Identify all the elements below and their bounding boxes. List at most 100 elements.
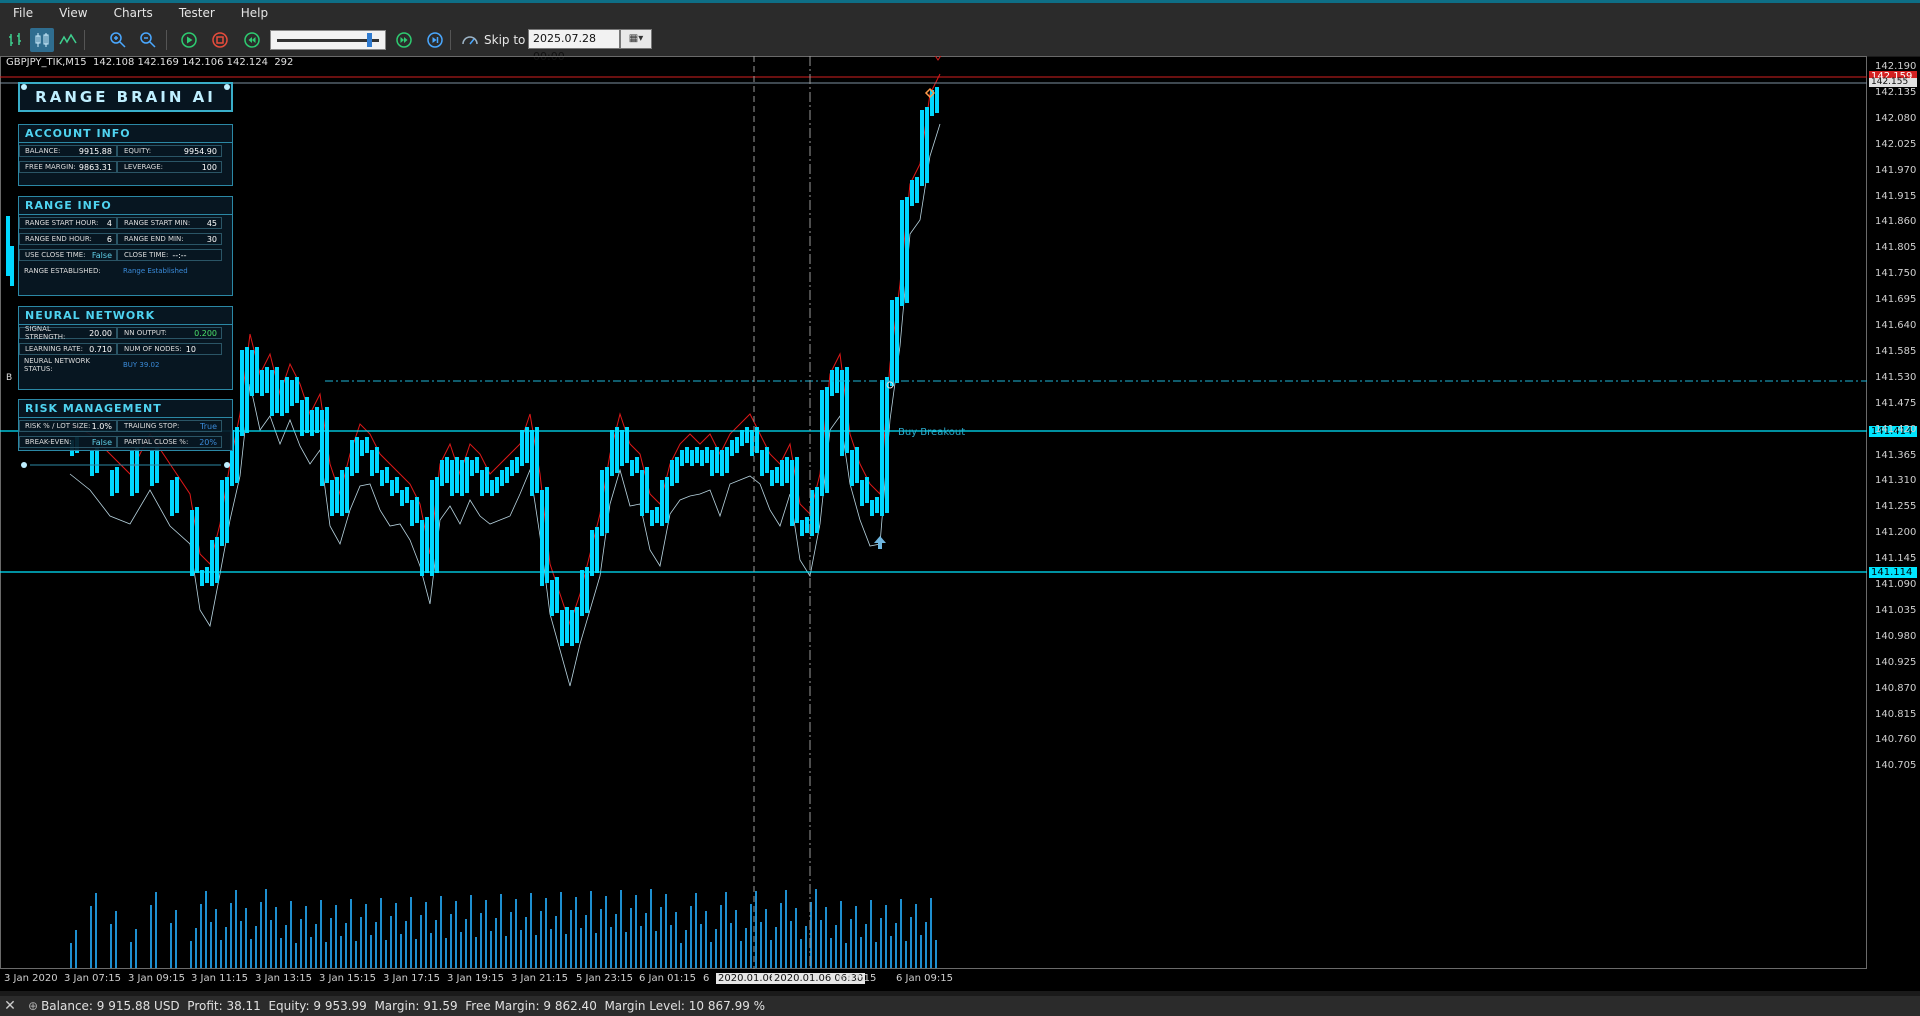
volume-bar bbox=[510, 912, 512, 968]
menu-bar: File View Charts Tester Help bbox=[0, 3, 1920, 24]
volume-bar bbox=[525, 917, 527, 968]
panel-handle-icon[interactable] bbox=[21, 462, 27, 468]
candle-body bbox=[545, 487, 549, 583]
play-button[interactable] bbox=[177, 28, 201, 52]
volume-bar bbox=[455, 901, 457, 968]
price-chart[interactable]: Buy Breakout B bbox=[0, 56, 1867, 969]
volume-bar bbox=[550, 929, 552, 968]
candle-body bbox=[640, 470, 644, 516]
candle-body bbox=[265, 367, 269, 393]
price-tick-label: 141.200 bbox=[1875, 527, 1917, 539]
stop-button[interactable] bbox=[208, 28, 232, 52]
price-tick-label: 141.695 bbox=[1875, 294, 1917, 306]
volume-bar bbox=[570, 910, 572, 968]
zoom-out-button[interactable] bbox=[136, 28, 160, 52]
volume-bar bbox=[675, 912, 677, 968]
menu-tester[interactable]: Tester bbox=[166, 3, 228, 24]
volume-bar bbox=[885, 905, 887, 968]
volume-bar bbox=[645, 913, 647, 968]
volume-bar bbox=[930, 898, 932, 968]
volume-bar bbox=[315, 924, 317, 968]
line-chart-button[interactable] bbox=[56, 28, 80, 52]
candle-body bbox=[250, 350, 254, 396]
candle-body bbox=[310, 410, 314, 436]
volume-bar bbox=[265, 889, 267, 968]
price-axis[interactable]: 142.159 142.155 141.414 141.114 142.190 1… bbox=[1867, 56, 1920, 969]
skip-to-button[interactable] bbox=[458, 28, 482, 52]
time-axis[interactable]: 3 Jan 2020 3 Jan 07:15 3 Jan 09:15 3 Jan 11… bbox=[0, 969, 1867, 987]
slider-thumb[interactable] bbox=[367, 33, 372, 47]
volume-bar bbox=[255, 926, 257, 968]
candle-body bbox=[425, 517, 429, 573]
volume-bar bbox=[785, 890, 787, 968]
bar-chart-button[interactable] bbox=[4, 28, 28, 52]
status-expand-icon[interactable]: ⊕ bbox=[28, 999, 38, 1013]
menu-help[interactable]: Help bbox=[228, 3, 281, 24]
volume-bar bbox=[110, 924, 112, 968]
skip-date-input[interactable]: 2025.07.28 00:00 bbox=[528, 29, 620, 63]
volume-bar bbox=[690, 906, 692, 968]
speed-slider[interactable] bbox=[270, 30, 386, 50]
fast-forward-button[interactable] bbox=[392, 28, 416, 52]
candle-body bbox=[6, 216, 10, 276]
candle-body bbox=[690, 450, 694, 466]
buy-arrow-icon[interactable] bbox=[874, 536, 886, 549]
volume-bar bbox=[295, 943, 297, 968]
calendar-dropdown-button[interactable]: ▦▾ bbox=[620, 29, 652, 49]
volume-bars bbox=[70, 889, 937, 968]
candle-body bbox=[710, 450, 714, 476]
candle-body bbox=[370, 450, 374, 476]
zoom-in-button[interactable] bbox=[106, 28, 130, 52]
volume-bar bbox=[765, 909, 767, 968]
panel-handle-icon[interactable] bbox=[224, 462, 230, 468]
candle-body bbox=[340, 470, 344, 516]
candle-body bbox=[520, 430, 524, 466]
panel-handle-icon[interactable] bbox=[224, 84, 230, 90]
menu-file[interactable]: File bbox=[0, 3, 46, 24]
volume-bar bbox=[285, 925, 287, 968]
candle-body bbox=[935, 87, 939, 113]
price-tick-label: 141.255 bbox=[1875, 501, 1917, 513]
candle-body bbox=[420, 520, 424, 576]
rewind-button[interactable] bbox=[240, 28, 264, 52]
volume-bar bbox=[480, 913, 482, 968]
zoom-in-icon bbox=[110, 32, 126, 48]
volume-bar bbox=[540, 911, 542, 968]
candle-body bbox=[440, 460, 444, 486]
volume-bar bbox=[535, 935, 537, 968]
volume-bar bbox=[150, 905, 152, 968]
volume-bar bbox=[175, 910, 177, 968]
step-forward-button[interactable] bbox=[423, 28, 447, 52]
volume-bar bbox=[805, 926, 807, 968]
candle-body bbox=[550, 580, 554, 616]
candlestick-button[interactable] bbox=[30, 28, 54, 52]
price-tick-label: 142.080 bbox=[1875, 112, 1917, 124]
volume-bar bbox=[530, 893, 532, 968]
volume-bar bbox=[890, 936, 892, 968]
candle-body bbox=[870, 500, 874, 516]
volume-bar bbox=[435, 920, 437, 968]
menu-charts[interactable]: Charts bbox=[101, 3, 166, 24]
zoom-out-icon bbox=[140, 32, 156, 48]
volume-bar bbox=[650, 889, 652, 968]
candle-body bbox=[400, 490, 404, 506]
panel-handle-icon[interactable] bbox=[21, 84, 27, 90]
candlestick-icon bbox=[35, 33, 49, 47]
volume-bar bbox=[610, 927, 612, 968]
price-tick-label: 141.640 bbox=[1875, 320, 1917, 331]
candle-body bbox=[820, 390, 824, 496]
time-tick-label: 6 Jan 09:15 bbox=[896, 973, 953, 984]
candle-body bbox=[285, 377, 289, 413]
volume-bar bbox=[745, 928, 747, 968]
volume-bar bbox=[135, 929, 137, 968]
bid-price-tag: 142.155 bbox=[1869, 78, 1917, 87]
candle-body bbox=[825, 387, 829, 493]
candle-body bbox=[910, 180, 914, 206]
volume-bar bbox=[520, 930, 522, 968]
candle-body bbox=[430, 480, 434, 576]
menu-view[interactable]: View bbox=[46, 3, 100, 24]
close-icon[interactable]: ✕ bbox=[2, 998, 18, 1014]
calendar-icon: ▦▾ bbox=[628, 33, 644, 44]
candle-body bbox=[320, 410, 324, 486]
volume-bar bbox=[590, 891, 592, 968]
